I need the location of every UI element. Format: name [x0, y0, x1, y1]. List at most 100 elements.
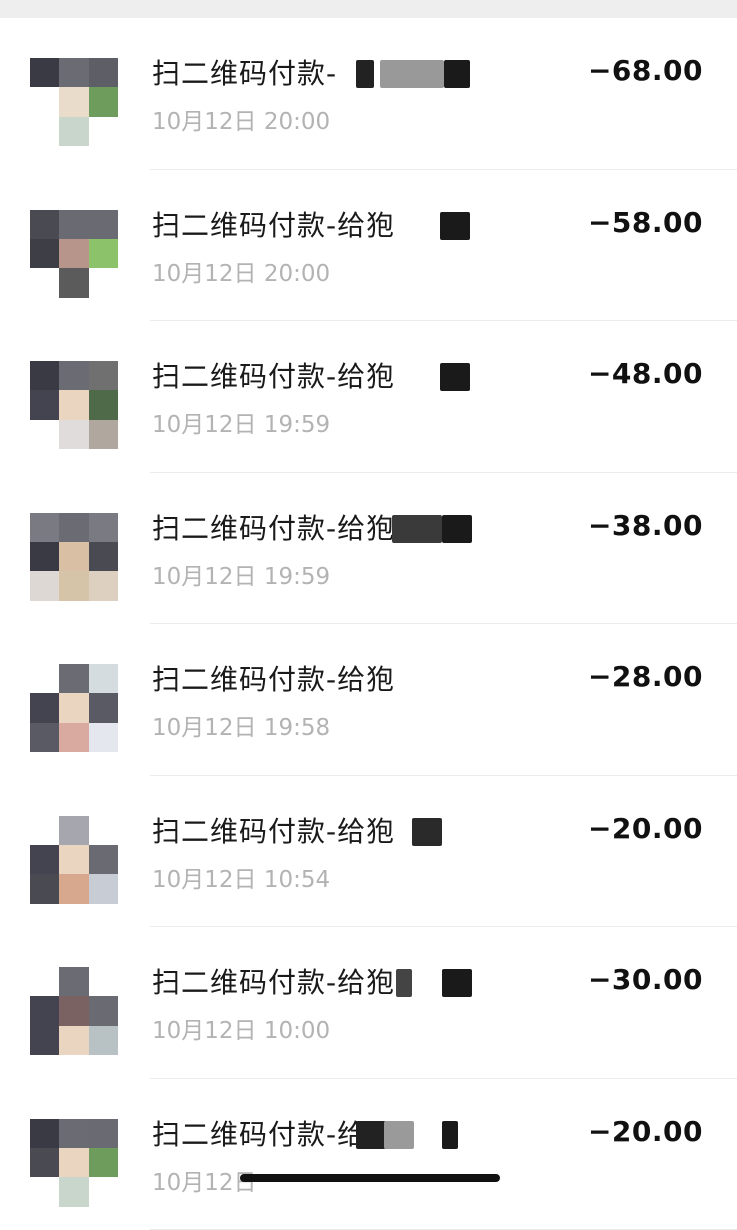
avatar-pixel — [30, 58, 59, 87]
avatar-pixel — [59, 117, 88, 146]
avatar-pixel — [89, 513, 118, 542]
avatar-pixel — [30, 361, 59, 390]
redaction-mask — [412, 818, 442, 846]
avatar-pixel — [59, 210, 88, 239]
transaction-time: 10月12日 10:54 — [152, 860, 330, 894]
transaction-row[interactable]: 扫二维码付款-给狍 10月12日 19:59 −48.00 — [0, 321, 737, 473]
avatar-pixel — [89, 268, 118, 297]
avatar-pixel — [30, 513, 59, 542]
redaction-mask — [392, 515, 442, 543]
redaction-mask — [356, 60, 374, 88]
avatar-pixel — [59, 571, 88, 600]
avatar-pixel — [30, 268, 59, 297]
avatar-pixel — [59, 816, 88, 845]
avatar — [30, 967, 118, 1055]
avatar-pixel — [89, 874, 118, 903]
avatar-pixel — [30, 1148, 59, 1177]
avatar-pixel — [59, 967, 88, 996]
status-bar-strip — [0, 0, 737, 18]
redaction-mask — [442, 515, 472, 543]
avatar-pixel — [59, 542, 88, 571]
avatar-pixel — [59, 420, 88, 449]
avatar-pixel — [59, 1148, 88, 1177]
redaction-mask — [442, 969, 472, 997]
avatar-pixel — [89, 1148, 118, 1177]
redaction-mask — [356, 1121, 386, 1149]
avatar-pixel — [59, 58, 88, 87]
transaction-row[interactable]: 扫二维码付款-给10月12日−20.00 — [0, 1079, 737, 1230]
redaction-mask — [442, 1121, 458, 1149]
avatar-pixel — [89, 420, 118, 449]
avatar-pixel — [59, 1177, 88, 1206]
avatar-pixel — [89, 723, 118, 752]
avatar-pixel — [59, 390, 88, 419]
avatar-pixel — [89, 816, 118, 845]
avatar — [30, 361, 118, 449]
transaction-title: 扫二维码付款-给狍 — [152, 507, 395, 547]
transaction-amount: −28.00 — [588, 660, 703, 693]
redaction-mask — [440, 212, 470, 240]
avatar-pixel — [89, 210, 118, 239]
transaction-amount: −68.00 — [588, 54, 703, 87]
avatar-pixel — [30, 996, 59, 1025]
avatar-pixel — [30, 117, 59, 146]
avatar-pixel — [89, 845, 118, 874]
avatar-pixel — [89, 967, 118, 996]
transaction-title: 扫二维码付款-给狍 — [152, 355, 395, 395]
transaction-title: 扫二维码付款-给狍 — [152, 810, 395, 850]
transaction-row[interactable]: 扫二维码付款- 10月12日 20:00 −68.00 — [0, 18, 737, 170]
transaction-amount: −38.00 — [588, 509, 703, 542]
transaction-amount: −48.00 — [588, 357, 703, 390]
avatar-pixel — [59, 1119, 88, 1148]
avatar-pixel — [30, 542, 59, 571]
transaction-amount: −30.00 — [588, 963, 703, 996]
transaction-row[interactable]: 扫二维码付款-给狍10月12日 19:58−28.00 — [0, 624, 737, 776]
transaction-amount: −20.00 — [588, 812, 703, 845]
avatar — [30, 816, 118, 904]
avatar-pixel — [89, 87, 118, 116]
transaction-time: 10月12日 10:00 — [152, 1011, 330, 1045]
avatar-pixel — [59, 874, 88, 903]
transaction-title: 扫二维码付款- — [152, 52, 337, 92]
avatar-pixel — [89, 693, 118, 722]
avatar-pixel — [30, 1026, 59, 1055]
transaction-amount: −58.00 — [588, 206, 703, 239]
avatar-pixel — [30, 87, 59, 116]
transaction-amount: −20.00 — [588, 1115, 703, 1148]
avatar — [30, 58, 118, 146]
transaction-row[interactable]: 扫二维码付款-给狍 10月12日 10:54 −20.00 — [0, 776, 737, 928]
avatar-pixel — [89, 542, 118, 571]
avatar — [30, 664, 118, 752]
transaction-list: 扫二维码付款-10月12日 20:00−68.00扫二维码付款-给狍10月12日… — [0, 18, 737, 1230]
transaction-time: 10月12日 20:00 — [152, 254, 330, 288]
transaction-title: 扫二维码付款-给狍 — [152, 204, 395, 244]
transaction-time: 10月12日 19:59 — [152, 405, 330, 439]
transaction-row[interactable]: 扫二维码付款-给狍 10月12日 20:00 −58.00 — [0, 170, 737, 322]
avatar-pixel — [30, 571, 59, 600]
avatar-pixel — [30, 210, 59, 239]
avatar-pixel — [30, 845, 59, 874]
avatar-pixel — [59, 1026, 88, 1055]
avatar-pixel — [59, 845, 88, 874]
transaction-time: 10月12日 20:00 — [152, 102, 330, 136]
avatar-pixel — [89, 117, 118, 146]
avatar-pixel — [59, 239, 88, 268]
avatar-pixel — [30, 390, 59, 419]
home-indicator[interactable] — [240, 1174, 500, 1182]
avatar-pixel — [89, 239, 118, 268]
transaction-row[interactable]: 扫二维码付款-给狍10月12日 19:59−38.00 — [0, 473, 737, 625]
redaction-mask — [444, 60, 470, 88]
avatar-pixel — [89, 58, 118, 87]
avatar-pixel — [89, 1119, 118, 1148]
avatar-pixel — [59, 268, 88, 297]
avatar-pixel — [30, 420, 59, 449]
transaction-row[interactable]: 扫二维码付款-给狍 10月12日 10:00 −30.00 — [0, 927, 737, 1079]
redaction-mask — [384, 1121, 414, 1149]
redaction-mask — [440, 363, 470, 391]
avatar-pixel — [30, 1119, 59, 1148]
avatar-pixel — [30, 967, 59, 996]
avatar-pixel — [30, 723, 59, 752]
redaction-mask — [396, 969, 412, 997]
avatar-pixel — [89, 664, 118, 693]
transaction-title: 扫二维码付款-给狍 — [152, 961, 395, 1001]
